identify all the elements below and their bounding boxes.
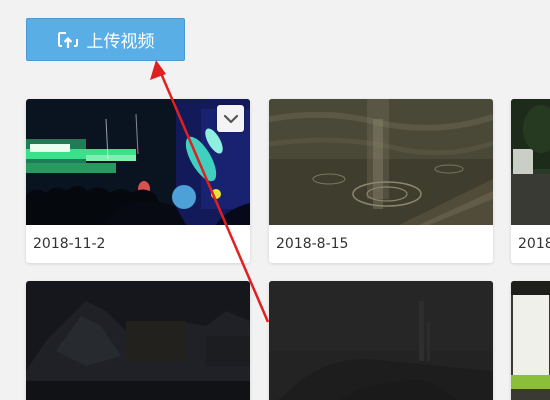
video-thumbnail[interactable] — [26, 281, 250, 400]
video-card[interactable]: 2018-11-2 — [26, 99, 250, 263]
night-mountain-thumbnail-image — [26, 281, 250, 400]
video-card[interactable] — [269, 281, 493, 400]
upload-video-label: 上传视频 — [86, 32, 155, 52]
video-thumbnail[interactable] — [511, 281, 550, 400]
video-thumbnail[interactable] — [269, 99, 493, 225]
night-city-thumbnail-image — [269, 281, 493, 400]
video-menu-button[interactable] — [217, 105, 244, 132]
video-date: 2018-8-15 — [276, 236, 349, 252]
whiteboard-thumbnail-image — [511, 281, 550, 400]
upload-video-button[interactable]: 上传视频 — [26, 18, 185, 61]
garden-thumbnail-image — [511, 99, 550, 225]
video-card[interactable]: 2018-8-15 — [269, 99, 493, 263]
video-card[interactable]: 2018-11 — [511, 99, 550, 263]
video-date: 2018-11 — [518, 236, 550, 252]
video-date: 2018-11-2 — [33, 236, 106, 252]
upload-video-icon — [57, 31, 78, 48]
chevron-down-icon — [223, 114, 238, 123]
video-thumbnail[interactable] — [269, 281, 493, 400]
video-card[interactable] — [511, 281, 550, 400]
video-card[interactable] — [26, 281, 250, 400]
video-thumbnail[interactable] — [26, 99, 250, 225]
rain-water-thumbnail-image — [269, 99, 493, 225]
video-thumbnail[interactable] — [511, 99, 550, 225]
video-gallery-page: 上传视频 2018-11-2 2018-8-15 2018 — [0, 0, 550, 400]
